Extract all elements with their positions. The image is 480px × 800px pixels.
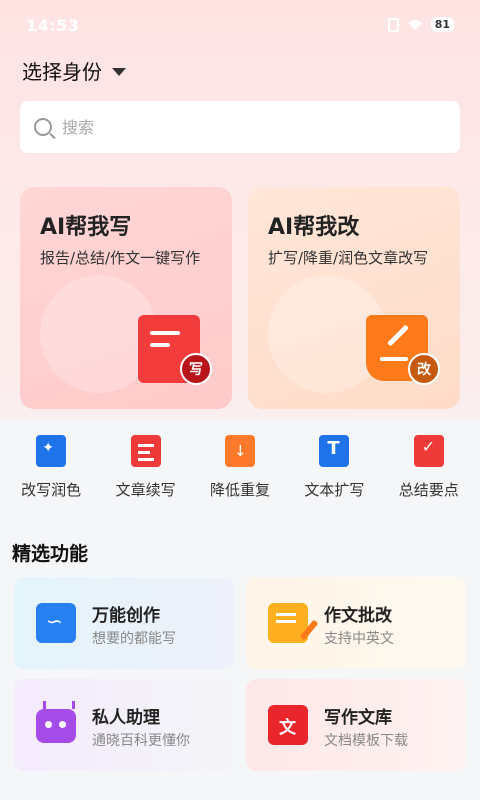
ai-edit-card[interactable]: AI帮我改 扩写/降重/润色文章改写 改 bbox=[248, 187, 460, 409]
card-title: AI帮我改 bbox=[268, 215, 360, 240]
card-desc: 报告/总结/作文一键写作 bbox=[40, 249, 201, 267]
library-icon bbox=[268, 705, 308, 745]
magic-wand-icon: ✦ bbox=[36, 435, 67, 467]
wifi-icon bbox=[407, 19, 422, 30]
identity-selector[interactable]: 选择身份 bbox=[22, 56, 126, 85]
feature-universal-create[interactable]: 万能创作 想要的都能写 bbox=[14, 577, 234, 669]
ai-write-card[interactable]: AI帮我写 报告/总结/作文一键写作 写 bbox=[20, 187, 232, 409]
tool-reduce-duplicate[interactable]: ↓ 降低重复 bbox=[194, 425, 286, 515]
search-bar[interactable] bbox=[20, 101, 460, 153]
robot-icon bbox=[36, 701, 76, 743]
doc-continue-icon bbox=[130, 435, 161, 467]
tool-label: 降低重复 bbox=[209, 481, 270, 499]
quick-tools: ✦ 改写润色 文章续写 ↓ 降低重复 T 文本扩写 ✓ 总结要点 bbox=[0, 425, 480, 515]
feature-subtitle: 通晓百科更懂你 bbox=[92, 733, 190, 749]
write-badge: 写 bbox=[180, 353, 212, 385]
tool-expand[interactable]: T 文本扩写 bbox=[288, 425, 380, 515]
feature-subtitle: 支持中英文 bbox=[324, 631, 394, 647]
feature-title: 私人助理 bbox=[92, 708, 160, 728]
tool-label: 文章续写 bbox=[115, 481, 176, 499]
card-desc: 扩写/降重/润色文章改写 bbox=[268, 249, 429, 267]
checklist-icon: ✓ bbox=[413, 435, 444, 467]
tool-summary[interactable]: ✓ 总结要点 bbox=[383, 425, 475, 515]
edit-badge: 改 bbox=[408, 353, 440, 385]
feature-title: 万能创作 bbox=[92, 606, 160, 626]
feature-title: 写作文库 bbox=[324, 708, 392, 728]
feature-writing-library[interactable]: 写作文库 文档模板下载 bbox=[246, 679, 466, 771]
sim-icon bbox=[387, 17, 399, 32]
tool-rewrite[interactable]: ✦ 改写润色 bbox=[5, 425, 97, 515]
tool-label: 改写润色 bbox=[21, 481, 82, 499]
tool-label: 总结要点 bbox=[398, 481, 459, 499]
battery-icon: 81 bbox=[430, 17, 454, 32]
status-bar: 14:53 81 bbox=[0, 0, 480, 54]
feature-subtitle: 想要的都能写 bbox=[92, 631, 176, 647]
book-icon bbox=[36, 603, 76, 643]
search-icon bbox=[34, 118, 52, 136]
search-input[interactable] bbox=[62, 117, 442, 137]
text-expand-icon: T bbox=[319, 435, 350, 467]
feature-personal-assistant[interactable]: 私人助理 通晓百科更懂你 bbox=[14, 679, 234, 771]
identity-label: 选择身份 bbox=[22, 60, 102, 84]
status-time: 14:53 bbox=[26, 16, 80, 35]
feature-subtitle: 文档模板下载 bbox=[324, 733, 408, 749]
status-icons: 81 bbox=[387, 17, 454, 32]
feature-title: 作文批改 bbox=[324, 606, 392, 626]
tool-label: 文本扩写 bbox=[304, 481, 365, 499]
feature-essay-correction[interactable]: 作文批改 支持中英文 bbox=[246, 577, 466, 669]
reduce-duplicate-icon: ↓ bbox=[224, 435, 255, 467]
section-title: 精选功能 bbox=[12, 543, 89, 565]
tool-continue[interactable]: 文章续写 bbox=[100, 425, 192, 515]
card-title: AI帮我写 bbox=[40, 215, 132, 240]
chevron-down-icon bbox=[112, 67, 126, 76]
note-edit-icon bbox=[268, 603, 308, 643]
